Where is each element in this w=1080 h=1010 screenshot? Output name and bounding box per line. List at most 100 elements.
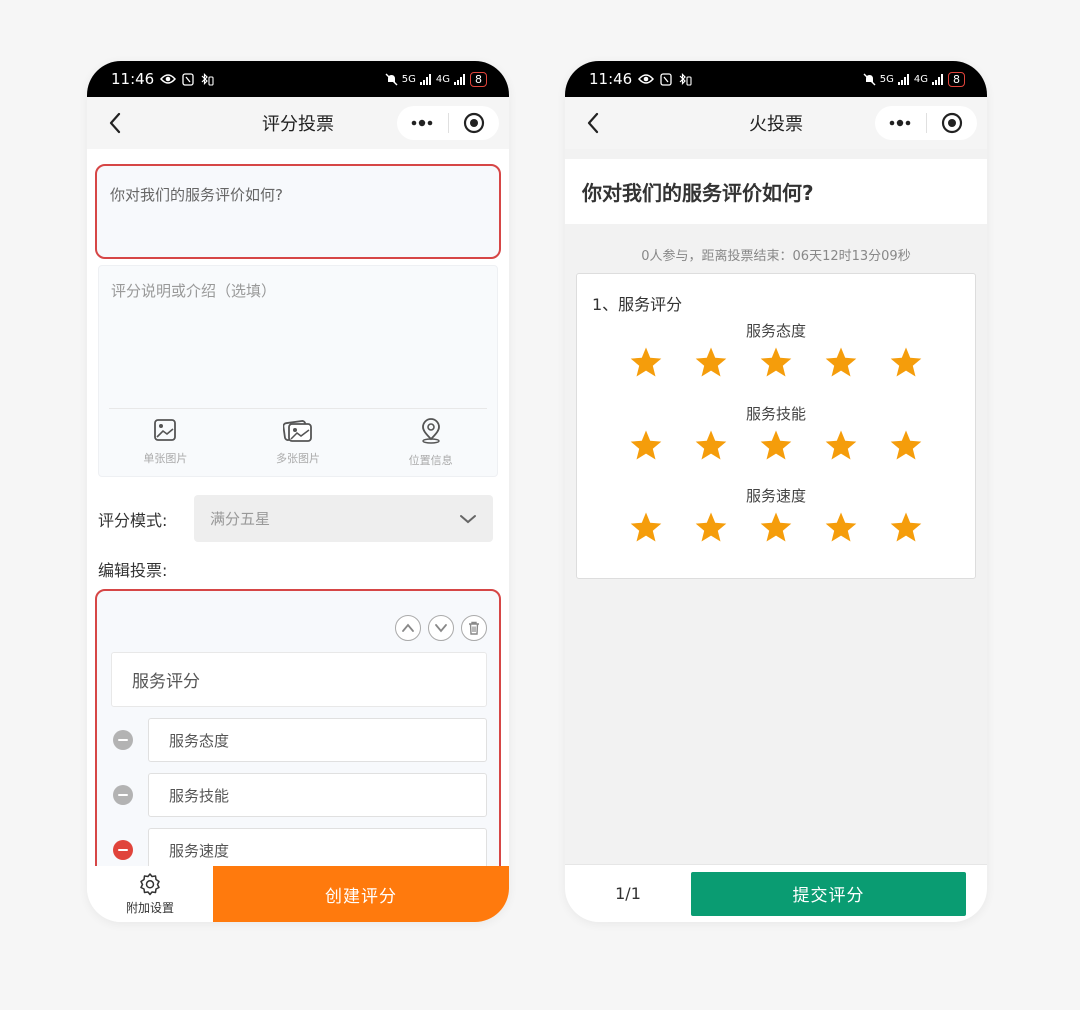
- phone-vote-preview: 11:46 5G 4G 8 火投票 你对我们的服务评价如何? 0人参与，距离投票…: [565, 61, 987, 922]
- mute-icon: [385, 73, 398, 86]
- rating-card-title: 1、服务评分: [592, 295, 683, 314]
- star-icon[interactable]: [824, 510, 858, 544]
- star-icon[interactable]: [759, 510, 793, 544]
- option-text: 服务技能: [169, 786, 230, 805]
- star-icon[interactable]: [824, 428, 858, 462]
- chevron-down-icon: [459, 510, 477, 528]
- rating-item: 服务态度: [577, 320, 975, 379]
- network-4g: 4G: [913, 73, 928, 85]
- star-icon[interactable]: [889, 510, 923, 544]
- edit-vote-label: 编辑投票:: [98, 561, 168, 580]
- mute-icon: [863, 73, 876, 86]
- close-target-icon[interactable]: [927, 106, 978, 140]
- single-image-button[interactable]: 单张图片: [120, 418, 210, 468]
- star-icon[interactable]: [759, 428, 793, 462]
- description-placeholder: 评分说明或介绍（选填）: [111, 282, 277, 300]
- media-label: 多张图片: [275, 452, 320, 465]
- bluetooth-battery-icon: [678, 72, 692, 86]
- back-icon[interactable]: [101, 109, 129, 137]
- more-icon[interactable]: [875, 106, 926, 140]
- option-text: 服务速度: [169, 841, 230, 860]
- image-icon: [153, 418, 177, 446]
- rating-item-label: 服务技能: [745, 405, 806, 423]
- option-row: 服务态度: [113, 718, 487, 762]
- signal-icon: [454, 73, 466, 85]
- images-icon: [282, 418, 313, 446]
- star-rating[interactable]: [577, 510, 975, 544]
- star-icon[interactable]: [629, 428, 663, 462]
- vote-meta: 0人参与，距离投票结束：06天12时13分09秒: [641, 249, 911, 264]
- battery-indicator: 8: [948, 71, 965, 87]
- question-input[interactable]: 你对我们的服务评价如何?: [95, 164, 501, 259]
- star-rating[interactable]: [577, 428, 975, 462]
- status-time: 11:46: [589, 70, 633, 88]
- eye-icon: [160, 73, 177, 85]
- rating-item: 服务速度: [577, 485, 975, 544]
- create-rating-button[interactable]: 创建评分: [213, 866, 509, 922]
- network-4g: 4G: [435, 73, 450, 85]
- media-label: 位置信息: [408, 454, 453, 467]
- remove-option-icon[interactable]: [113, 785, 133, 805]
- star-icon[interactable]: [824, 345, 858, 379]
- page-title: 评分投票: [262, 114, 334, 135]
- item-toolbar: [395, 615, 487, 641]
- mode-row: 评分模式: 满分五星: [95, 495, 501, 542]
- question-text: 你对我们的服务评价如何?: [110, 186, 283, 204]
- network-5g: 5G: [401, 73, 416, 85]
- submit-rating-button[interactable]: 提交评分: [691, 871, 966, 916]
- star-icon[interactable]: [629, 345, 663, 379]
- bottom-bar: 1/1 提交评分: [565, 864, 987, 922]
- chevron-up-icon: [402, 623, 414, 632]
- gear-icon: [138, 872, 162, 899]
- create-form: 你对我们的服务评价如何? 评分说明或介绍（选填） 单张图片 多张图片 位置信息 …: [87, 149, 509, 876]
- mini-program-capsule: [397, 106, 499, 140]
- bluetooth-battery-icon: [200, 72, 214, 86]
- nav-bar: 评分投票: [87, 97, 509, 149]
- item-title-input[interactable]: 服务评分: [111, 652, 487, 707]
- back-icon[interactable]: [579, 109, 607, 137]
- star-icon[interactable]: [694, 510, 728, 544]
- remove-option-icon[interactable]: [113, 840, 133, 860]
- page-title: 火投票: [749, 114, 803, 135]
- star-icon[interactable]: [629, 510, 663, 544]
- bottom-bar: 附加设置 创建评分: [87, 866, 509, 922]
- signal-icon: [897, 73, 910, 85]
- rating-card: 1、服务评分 服务态度 服务技能 服务速度: [576, 273, 976, 579]
- delete-item-button[interactable]: [461, 615, 487, 641]
- star-icon[interactable]: [694, 345, 728, 379]
- star-icon[interactable]: [889, 428, 923, 462]
- move-down-button[interactable]: [428, 615, 454, 641]
- location-icon: [419, 418, 443, 448]
- media-label: 单张图片: [143, 452, 188, 465]
- move-up-button[interactable]: [395, 615, 421, 641]
- battery-indicator: 8: [470, 71, 487, 87]
- more-icon[interactable]: [397, 106, 448, 140]
- rating-item-label: 服务速度: [745, 487, 806, 505]
- extra-settings-button[interactable]: 附加设置: [87, 866, 213, 922]
- trash-icon: [469, 621, 479, 635]
- option-input[interactable]: 服务态度: [148, 718, 487, 762]
- signal-icon: [932, 73, 944, 85]
- location-button[interactable]: 位置信息: [386, 418, 476, 468]
- multi-image-button[interactable]: 多张图片: [253, 418, 343, 468]
- option-text: 服务态度: [169, 731, 230, 750]
- description-input[interactable]: 评分说明或介绍（选填） 单张图片 多张图片 位置信息: [98, 265, 498, 477]
- nfc-icon: [660, 72, 672, 86]
- mini-program-capsule: [875, 106, 977, 140]
- star-rating[interactable]: [577, 345, 975, 379]
- nfc-icon: [182, 72, 194, 86]
- extra-settings-label: 附加设置: [125, 901, 174, 915]
- close-target-icon[interactable]: [449, 106, 500, 140]
- status-time: 11:46: [111, 70, 155, 88]
- remove-option-icon[interactable]: [113, 730, 133, 750]
- page-indicator: 1/1: [615, 884, 641, 903]
- mode-value: 满分五星: [210, 510, 271, 528]
- star-icon[interactable]: [694, 428, 728, 462]
- star-icon[interactable]: [759, 345, 793, 379]
- mode-select[interactable]: 满分五星: [194, 495, 493, 542]
- vote-item-editor: 服务评分 服务态度 服务技能 服务速度: [95, 589, 501, 876]
- phone-create-vote: 11:46 5G 4G 8 评分投票 你对我们的服务评价如何? 评分说明或介绍（…: [87, 61, 509, 922]
- chevron-down-icon: [435, 624, 447, 633]
- star-icon[interactable]: [889, 345, 923, 379]
- option-input[interactable]: 服务技能: [148, 773, 487, 817]
